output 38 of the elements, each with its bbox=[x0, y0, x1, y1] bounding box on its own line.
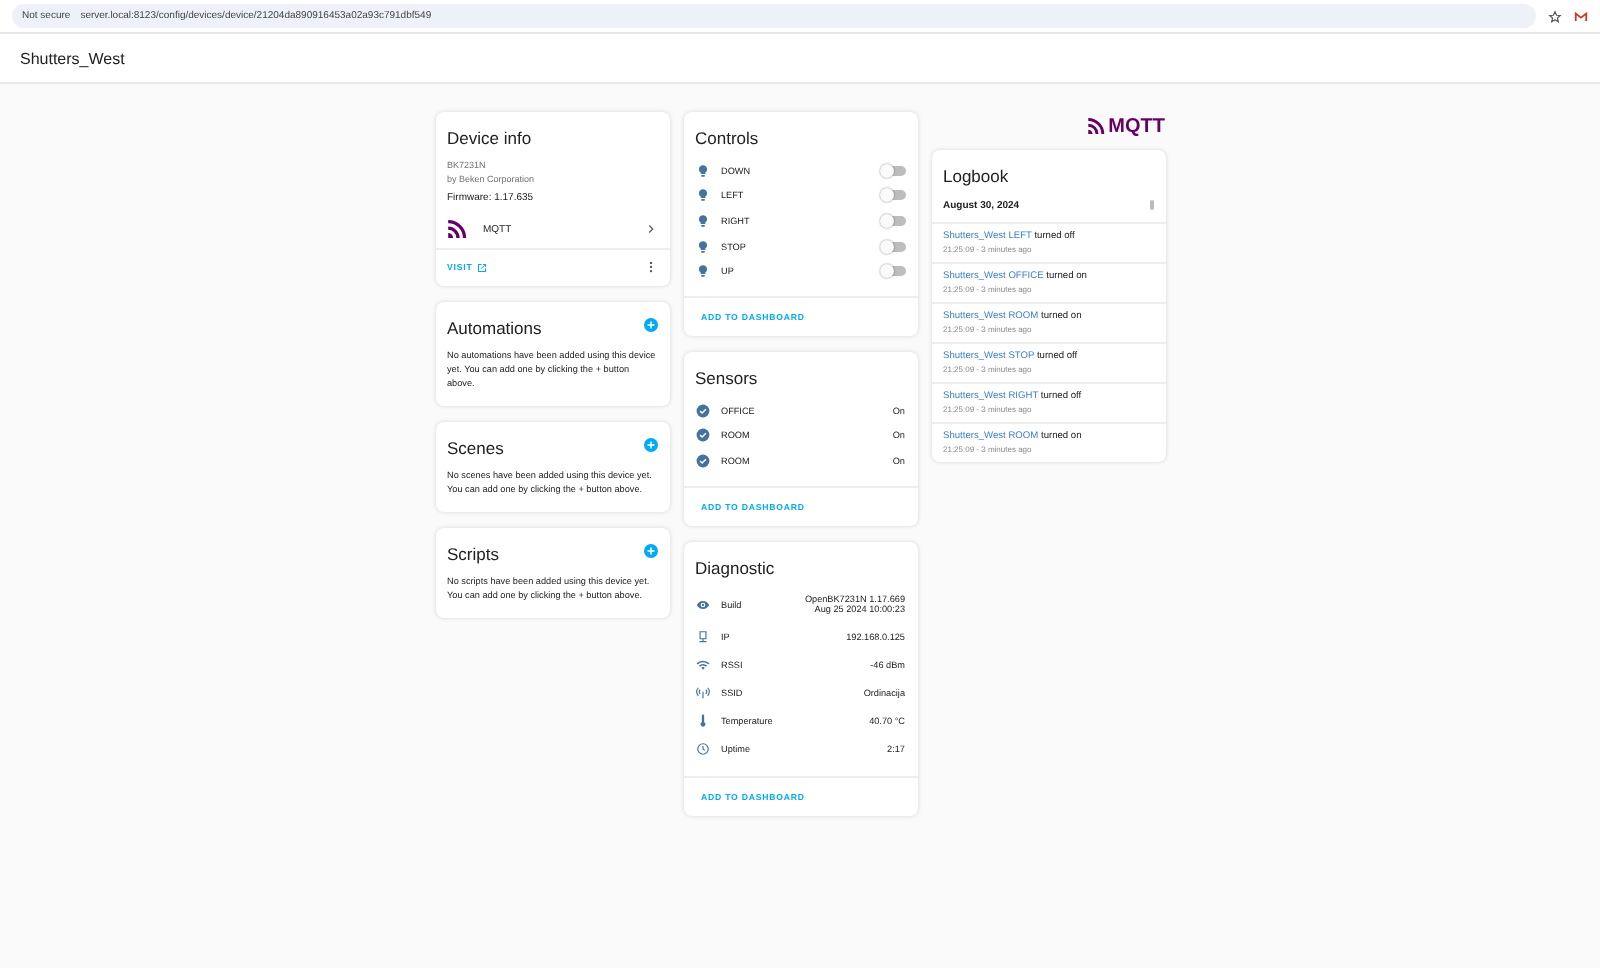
card-title: Controls bbox=[693, 126, 761, 152]
page-title: Shutters_West bbox=[20, 49, 125, 67]
check-circle-icon bbox=[695, 403, 709, 418]
card-title: Scripts bbox=[445, 542, 501, 568]
lightbulb-icon bbox=[695, 239, 709, 254]
scrollbar-thumb[interactable] bbox=[1149, 200, 1153, 210]
signal-waves-icon bbox=[447, 220, 467, 238]
eye-icon bbox=[695, 597, 709, 612]
chevron-right-icon[interactable] bbox=[643, 222, 657, 236]
toggle-switch[interactable] bbox=[881, 241, 905, 252]
card-title: Sensors bbox=[693, 365, 760, 392]
card-title: Automations bbox=[445, 316, 544, 342]
toggle-switch[interactable] bbox=[881, 266, 905, 277]
lightbulb-icon bbox=[695, 188, 709, 203]
check-circle-icon bbox=[695, 453, 709, 468]
add-icon[interactable] bbox=[643, 318, 657, 332]
star-icon[interactable] bbox=[1548, 9, 1562, 23]
add-icon[interactable] bbox=[643, 438, 657, 452]
add-icon[interactable] bbox=[643, 544, 657, 558]
mail-icon[interactable] bbox=[1574, 9, 1588, 23]
external-link-icon bbox=[476, 261, 489, 273]
lightbulb-icon bbox=[695, 163, 709, 178]
thermometer-icon bbox=[695, 714, 709, 729]
network-device-icon bbox=[695, 629, 709, 644]
toggle-switch[interactable] bbox=[881, 190, 905, 201]
lightbulb-icon bbox=[695, 213, 709, 228]
card-title: Logbook bbox=[941, 164, 1011, 190]
card-title: Diagnostic bbox=[693, 555, 777, 582]
card-title: Device info bbox=[445, 126, 534, 152]
check-circle-icon bbox=[695, 428, 709, 443]
clock-icon bbox=[695, 742, 709, 757]
toggle-switch[interactable] bbox=[881, 215, 905, 226]
integration-logo: MQTT bbox=[931, 112, 1165, 140]
lightbulb-icon bbox=[695, 264, 709, 279]
antenna-icon bbox=[695, 685, 709, 700]
wifi-icon bbox=[695, 657, 709, 672]
card-title: Scenes bbox=[445, 436, 506, 462]
toggle-switch[interactable] bbox=[881, 165, 905, 176]
